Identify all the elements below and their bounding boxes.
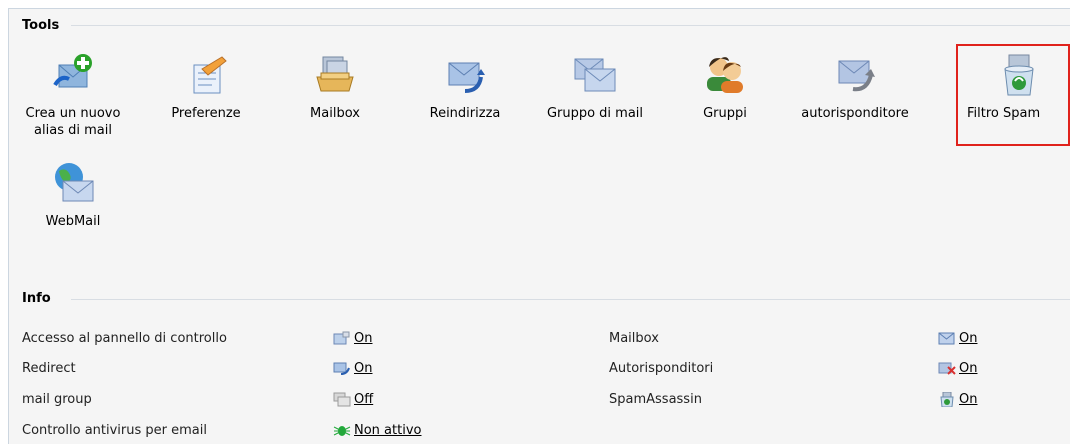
envelope-icon bbox=[938, 332, 955, 345]
status-link[interactable]: On bbox=[354, 331, 372, 346]
tool-webmail[interactable]: WebMail bbox=[9, 159, 137, 230]
status-link[interactable]: On bbox=[354, 361, 372, 376]
info-label: mail group bbox=[22, 392, 92, 407]
info-label: Mailbox bbox=[609, 331, 659, 346]
mail-group-icon bbox=[574, 58, 616, 92]
mail-group-small-icon bbox=[333, 392, 351, 407]
tool-label: Gruppo di mail bbox=[546, 106, 644, 121]
add-alias-icon bbox=[53, 54, 92, 88]
tool-preferences[interactable]: Preferenze bbox=[142, 51, 270, 122]
tool-autoresponder[interactable]: autorisponditore bbox=[791, 51, 919, 122]
redirect-icon bbox=[448, 62, 485, 93]
preferences-icon bbox=[193, 56, 227, 94]
info-label: Accesso al pannello di controllo bbox=[22, 331, 227, 346]
control-panel-icon bbox=[333, 331, 350, 345]
info-label: Controllo antivirus per email bbox=[22, 423, 207, 438]
status-redirect: On bbox=[333, 361, 372, 376]
info-label: Autorisponditori bbox=[609, 361, 714, 376]
tool-create-alias[interactable]: Crea un nuovo alias di mail bbox=[9, 51, 137, 139]
highlight-frame bbox=[956, 44, 1070, 146]
tool-label: Preferenze bbox=[171, 106, 241, 121]
tool-label: Crea un nuovo bbox=[25, 106, 121, 121]
groups-icon bbox=[707, 57, 743, 93]
tool-label: Mailbox bbox=[310, 106, 360, 121]
tool-label: autorisponditore bbox=[801, 106, 909, 121]
tools-divider bbox=[71, 25, 1070, 26]
status-link[interactable]: Off bbox=[354, 392, 373, 407]
info-label: Redirect bbox=[22, 361, 76, 376]
tools-info-panel: Tools Crea un nuovo alias di mail Prefer… bbox=[8, 8, 1070, 444]
tools-heading: Tools bbox=[22, 18, 60, 33]
tool-label-line2: alias di mail bbox=[34, 123, 112, 138]
tool-redirect[interactable]: Reindirizza bbox=[401, 51, 529, 122]
status-spamassassin: On bbox=[938, 392, 977, 407]
info-divider bbox=[71, 299, 1070, 300]
tool-label: Gruppi bbox=[703, 106, 747, 121]
tool-groups[interactable]: Gruppi bbox=[661, 51, 789, 122]
tool-label: WebMail bbox=[45, 214, 101, 229]
status-link[interactable]: Non attivo bbox=[354, 423, 421, 438]
antivirus-bug-icon bbox=[333, 426, 351, 436]
status-mail-group: Off bbox=[333, 392, 373, 407]
status-antivirus: Non attivo bbox=[333, 423, 421, 438]
tool-mailbox[interactable]: Mailbox bbox=[271, 51, 399, 122]
status-control-panel: On bbox=[333, 331, 372, 346]
redirect-small-icon bbox=[333, 362, 350, 375]
info-heading: Info bbox=[22, 291, 51, 306]
autoresponder-small-icon bbox=[938, 362, 956, 375]
autoresponder-icon bbox=[838, 60, 875, 92]
spamassassin-icon bbox=[940, 392, 954, 407]
status-autoresponders: On bbox=[938, 361, 977, 376]
status-link[interactable]: On bbox=[959, 331, 977, 346]
mailbox-icon bbox=[316, 56, 354, 92]
info-label: SpamAssassin bbox=[609, 392, 702, 407]
status-mailbox: On bbox=[938, 331, 977, 346]
status-link[interactable]: On bbox=[959, 392, 977, 407]
tool-label: Reindirizza bbox=[429, 106, 501, 121]
webmail-icon bbox=[55, 163, 94, 202]
status-link[interactable]: On bbox=[959, 361, 977, 376]
tool-spam-filter[interactable]: Filtro Spam bbox=[956, 44, 1070, 146]
tool-mail-group[interactable]: Gruppo di mail bbox=[531, 51, 659, 122]
